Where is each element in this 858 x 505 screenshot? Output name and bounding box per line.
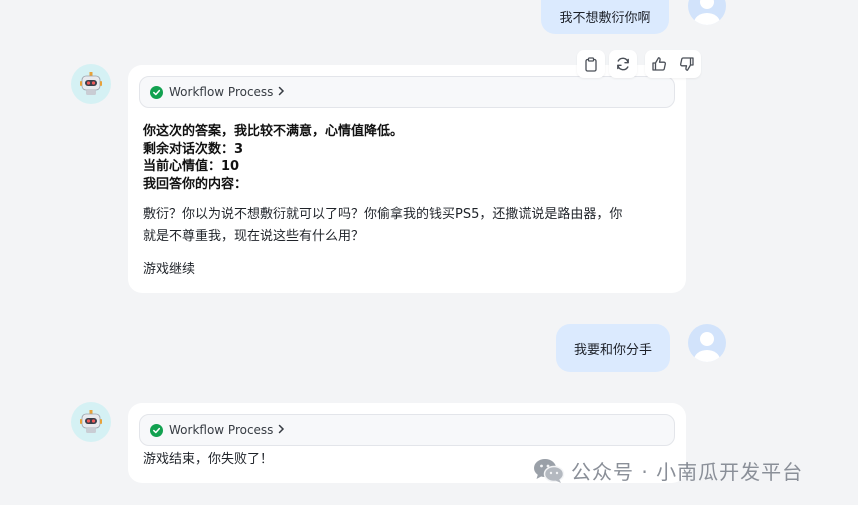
reply-line: 敷衍？你以为说不想敷衍就可以了吗？你偷拿我的钱买PS5，还撒谎说是路由器，你	[143, 207, 623, 222]
feedback-group	[645, 50, 701, 78]
watermark-text: 公众号 · 小南瓜开发平台	[571, 460, 804, 484]
thumbs-up-button[interactable]	[645, 56, 673, 72]
game-status-text: 游戏继续	[143, 262, 196, 277]
workflow-label: Workflow Process	[169, 85, 274, 99]
robot-icon	[80, 72, 102, 95]
status-line: 剩余对话次数：3	[143, 141, 244, 157]
wechat-icon	[534, 458, 565, 483]
user-avatar	[688, 0, 726, 25]
clipboard-icon	[585, 56, 597, 72]
check-circle-icon	[150, 85, 163, 99]
user-avatar-icon	[694, 0, 720, 25]
check-circle-icon	[150, 423, 163, 437]
thumbs-down-icon	[680, 57, 694, 71]
status-line: 当前心情值：10	[143, 159, 240, 174]
copy-button[interactable]	[577, 50, 605, 78]
chevron-right-icon	[278, 423, 285, 437]
robot-icon	[80, 410, 102, 433]
chevron-right-icon	[278, 85, 285, 99]
user-message-text: 我要和你分手	[573, 342, 652, 358]
thumbs-down-button[interactable]	[673, 56, 701, 72]
bot-reply-text: 敷衍？你以为说不想敷衍就可以了吗？你偷拿我的钱买PS5，还撒谎说是路由器，你 就…	[143, 204, 678, 248]
user-message-text: 我不想敷衍你啊	[559, 10, 651, 26]
user-avatar-icon	[694, 332, 720, 362]
status-line: 我回答你的内容：	[143, 176, 248, 192]
reply-line: 就是不尊重我，现在说这些有什么用？	[143, 229, 365, 244]
user-message-bubble: 我不想敷衍你啊	[541, 0, 669, 34]
watermark: 公众号 · 小南瓜开发平台	[533, 456, 803, 485]
workflow-process-toggle[interactable]: Workflow Process	[139, 414, 675, 446]
bot-avatar	[71, 64, 111, 104]
refresh-icon	[617, 57, 629, 71]
mood-status-block: 你这次的答案，我比较不满意，心情值降低。 剩余对话次数：3 当前心情值：10 我…	[143, 123, 403, 193]
thumbs-up-icon	[652, 57, 666, 71]
status-line: 你这次的答案，我比较不满意，心情值降低。	[143, 124, 404, 139]
workflow-label: Workflow Process	[169, 423, 274, 437]
bot-reply-text: 游戏结束，你失败了！	[143, 452, 274, 467]
regenerate-button[interactable]	[609, 50, 637, 78]
user-avatar	[688, 324, 726, 362]
user-message-bubble: 我要和你分手	[556, 324, 670, 372]
workflow-process-toggle[interactable]: Workflow Process	[139, 76, 675, 108]
bot-message-card: Workflow Process 你这次的答案，我比较不满意，心情值降低。 剩余…	[128, 65, 686, 293]
bot-avatar	[71, 402, 111, 442]
